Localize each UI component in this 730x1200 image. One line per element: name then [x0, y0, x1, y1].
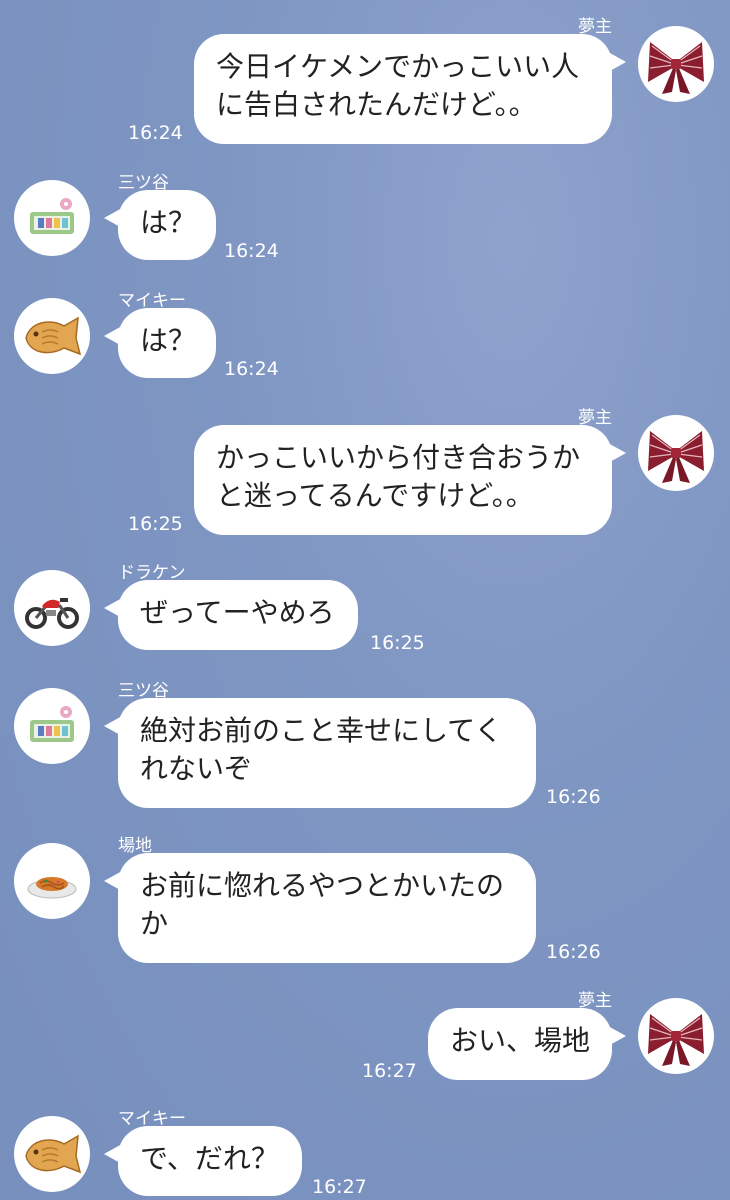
message-row: マイキー で、だれ？ 16:27 [0, 1104, 730, 1200]
message-row: 夢主 今日イケメンでかっこいい人 に告白されたんだけど。。 16:24 [0, 12, 730, 162]
message-bubble: おい、場地 [428, 1008, 626, 1080]
message-bubble: かっこいいから付き合おうか と迷ってるんですけど。。 [194, 425, 626, 535]
sewing-kit-icon[interactable] [14, 688, 90, 764]
message-time: 16:27 [362, 1060, 417, 1082]
message-time: 16:26 [546, 941, 601, 963]
message-bubble: は？ [104, 308, 216, 378]
taiyaki-icon[interactable] [14, 1116, 90, 1192]
message-row: 場地 お前に惚れるやつとかいたの か 16:26 [0, 831, 730, 981]
motorcycle-icon[interactable] [14, 570, 90, 646]
message-bubble: お前に惚れるやつとかいたの か [104, 853, 536, 963]
message-bubble: 今日イケメンでかっこいい人 に告白されたんだけど。。 [194, 34, 626, 144]
ribbon-bow-icon[interactable] [638, 415, 714, 491]
message-time: 16:26 [546, 786, 601, 808]
message-bubble: で、だれ？ [104, 1126, 302, 1196]
ribbon-bow-icon[interactable] [638, 26, 714, 102]
message-row: 三ツ谷 は？ 16:24 [0, 168, 730, 278]
ribbon-bow-icon[interactable] [638, 998, 714, 1074]
message-time: 16:27 [312, 1176, 367, 1198]
message-time: 16:24 [224, 358, 279, 380]
message-row: 夢主 かっこいいから付き合おうか と迷ってるんですけど。。 16:25 [0, 403, 730, 553]
message-time: 16:24 [224, 240, 279, 262]
yakisoba-icon[interactable] [14, 843, 90, 919]
message-row: ドラケン ぜってーやめろ 16:25 [0, 558, 730, 668]
message-bubble: は？ [104, 190, 216, 260]
message-time: 16:24 [128, 122, 183, 144]
message-row: マイキー は？ 16:24 [0, 286, 730, 396]
sewing-kit-icon[interactable] [14, 180, 90, 256]
message-time: 16:25 [370, 632, 425, 654]
message-row: 夢主 おい、場地 16:27 [0, 986, 730, 1096]
chat-area: 夢主 今日イケメンでかっこいい人 に告白されたんだけど。。 16:24 三ツ谷 … [0, 0, 730, 1200]
message-row: 三ツ谷 絶対お前のこと幸せにしてく れないぞ 16:26 [0, 676, 730, 826]
taiyaki-icon[interactable] [14, 298, 90, 374]
message-time: 16:25 [128, 513, 183, 535]
message-bubble: 絶対お前のこと幸せにしてく れないぞ [104, 698, 536, 808]
message-bubble: ぜってーやめろ [104, 580, 358, 650]
